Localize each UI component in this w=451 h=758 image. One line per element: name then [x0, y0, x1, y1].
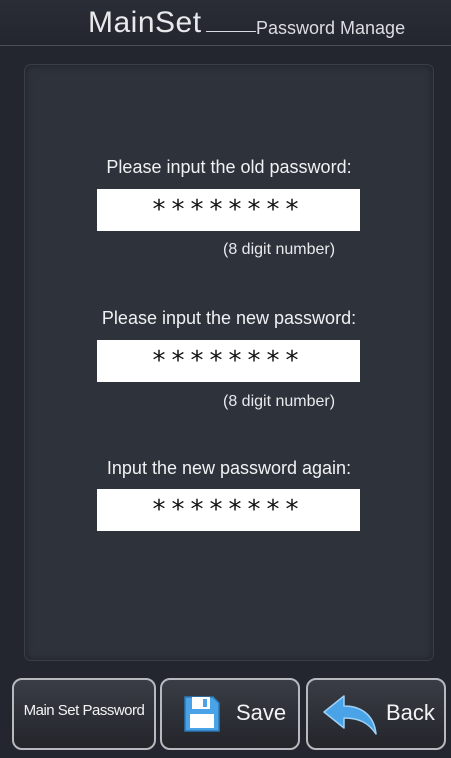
old-password-hint: (8 digit number): [223, 241, 336, 258]
password-form-panel: Please input the old password: ******** …: [25, 65, 433, 660]
save-button[interactable]: Save: [160, 678, 300, 750]
new-password-hint: (8 digit number): [223, 393, 336, 410]
page-subtitle: Password Manage: [256, 18, 406, 38]
floppy-disk-icon: [182, 694, 222, 739]
password-manage-screen: MainSet Password Manage Please input the…: [0, 0, 451, 758]
main-set-password-button[interactable]: Main Set Password: [12, 678, 156, 750]
old-password-label: Please input the old password:: [106, 157, 352, 177]
old-password-field[interactable]: ********: [97, 189, 360, 231]
page-title: MainSet: [88, 6, 202, 39]
back-button[interactable]: Back: [306, 678, 446, 750]
back-label: Back: [386, 700, 435, 725]
confirm-password-field[interactable]: ********: [97, 489, 360, 531]
confirm-password-label: Input the new password again:: [106, 458, 352, 478]
new-password-field[interactable]: ********: [97, 340, 360, 382]
save-label: Save: [236, 700, 287, 725]
back-arrow-icon: [322, 694, 378, 741]
title-separator: [206, 31, 256, 32]
header-bar: MainSet Password Manage: [0, 0, 451, 46]
new-password-label: Please input the new password:: [101, 308, 357, 328]
main-set-password-label: Main Set Password: [23, 702, 145, 719]
